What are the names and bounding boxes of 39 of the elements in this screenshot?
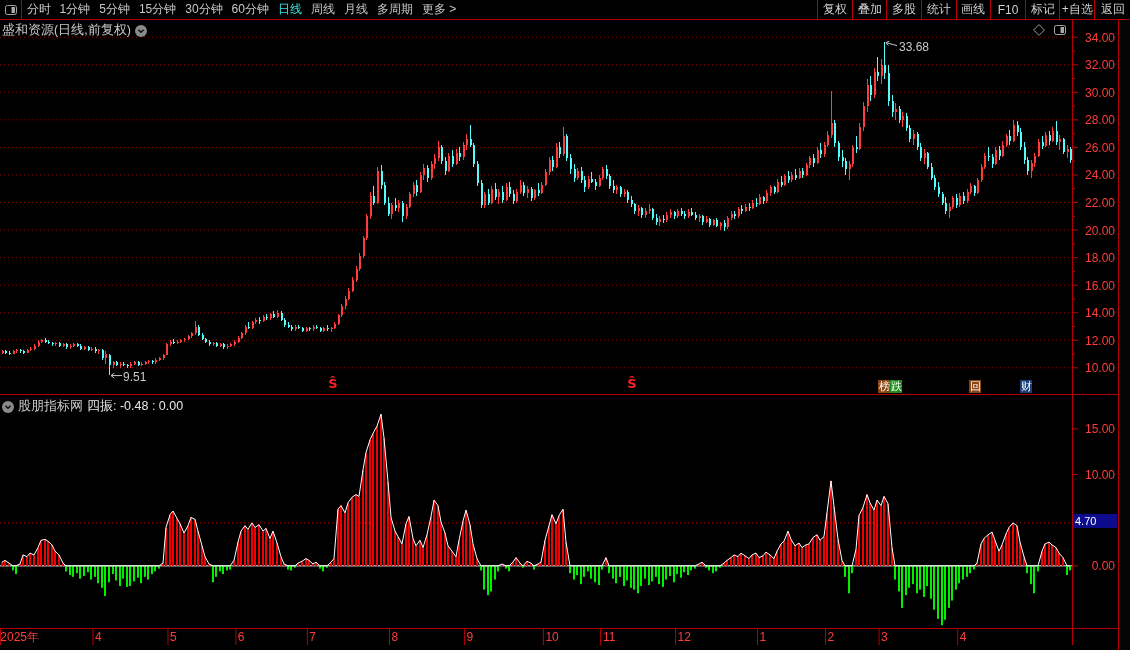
date-axis-label: 6 [237,630,245,644]
axis-label: 30.00 [1084,85,1115,100]
axis-label: 10.00 [1084,361,1115,376]
indicator-reading: 四振: -0.48 : 0.00 [87,398,184,415]
ref-line-label: 4.70 [1075,515,1097,528]
date-axis-label: 1 [759,630,767,644]
date-axis-label: 2025年 [0,630,39,644]
axis-label: 34.00 [1084,30,1115,45]
axis-label: 26.00 [1084,140,1115,155]
axis-label: 32.00 [1084,58,1115,73]
axis-label: 14.00 [1084,306,1115,321]
axis-label: 20.00 [1084,223,1115,238]
high-price-label: 33.68 [899,39,930,54]
axis-label: 24.00 [1084,168,1115,183]
date-axis-label: 8 [391,630,399,644]
axis-label: 16.00 [1084,278,1115,293]
signal-mark: Ŝ [627,376,637,392]
date-axis-label: 12 [677,630,691,644]
axis-label: 10.00 [1084,468,1115,482]
date-axis-label: 4 [959,630,967,644]
date-axis-label: 9 [466,630,474,644]
indicator-name: 股朋指标网 [18,398,83,415]
axis-label: 12.00 [1084,333,1115,348]
signal-mark: Ŝ [328,376,338,392]
axis-label: 0.00 [1091,559,1115,574]
stock-title: 盛和资源(日线,前复权) [2,22,131,39]
axis-label: 15.00 [1084,422,1115,437]
date-axis-label: 5 [169,630,177,644]
date-axis-label: 4 [94,630,102,644]
axis-label: 18.00 [1084,251,1115,266]
date-axis-label: 3 [881,630,888,644]
current-value-label: 4.70 [1073,513,1117,528]
axis-label: 22.00 [1084,196,1115,210]
date-axis-label: 7 [309,630,316,644]
date-axis-label: 2 [827,630,835,644]
date-axis-label: 10 [545,630,559,644]
date-axis-label: 11 [603,630,616,644]
axis-label: 28.00 [1084,113,1115,128]
low-price-label: 9.51 [123,369,147,384]
